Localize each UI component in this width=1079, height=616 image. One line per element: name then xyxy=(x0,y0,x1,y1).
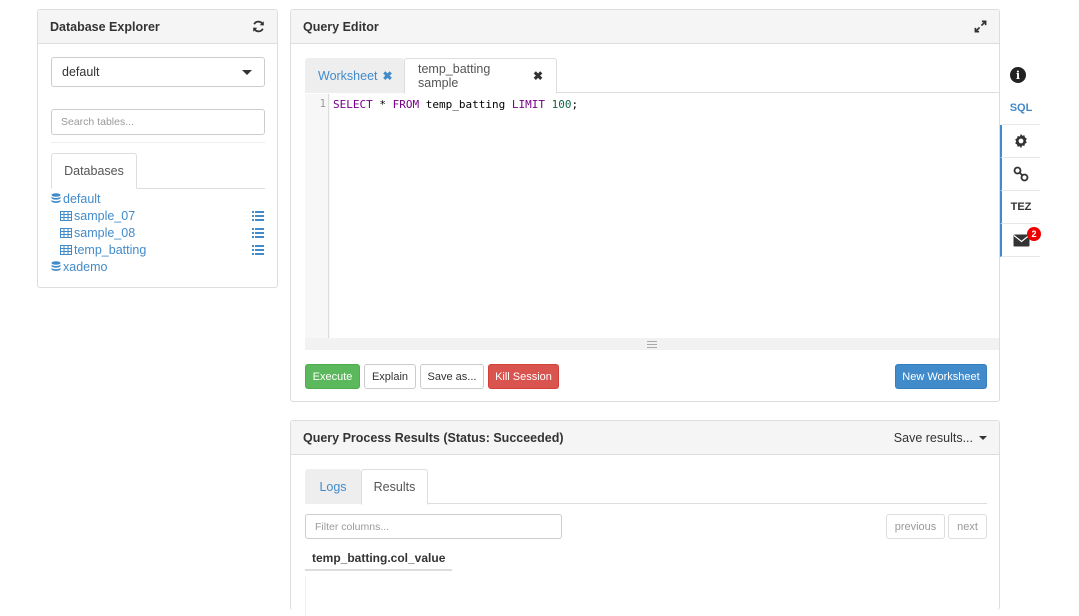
tree-item-database[interactable]: default xyxy=(51,190,268,207)
tab-databases[interactable]: Databases xyxy=(51,153,137,189)
query-editor-title: Query Editor xyxy=(303,19,379,34)
info-icon[interactable]: i xyxy=(1010,67,1026,83)
query-results-title: Query Process Results (Status: Succeeded… xyxy=(303,430,564,445)
list-icon[interactable] xyxy=(252,227,264,241)
tab-label: temp_batting sample xyxy=(418,62,491,90)
tab-logs[interactable]: Logs xyxy=(305,469,361,504)
tree-item-label: xademo xyxy=(63,259,108,274)
worksheet-tabs: Worksheet ✖ temp_batting sample ✖ xyxy=(305,58,999,94)
code-line: SELECT * FROM temp_batting LIMIT 100; xyxy=(333,98,578,111)
query-results-panel: Query Process Results (Status: Succeeded… xyxy=(290,420,1000,616)
save-as-button[interactable]: Save as... xyxy=(420,364,484,389)
code-keyword: LIMIT xyxy=(511,98,545,111)
database-explorer-panel: Database Explorer default Databases defa… xyxy=(37,9,278,288)
tree-item-database[interactable]: xademo xyxy=(51,258,268,275)
new-worksheet-button[interactable]: New Worksheet xyxy=(895,364,987,389)
code-area[interactable]: SELECT * FROM temp_batting LIMIT 100; xyxy=(330,94,999,338)
search-tables-input[interactable] xyxy=(51,109,265,135)
close-icon[interactable]: ✖ xyxy=(383,69,393,83)
query-editor-panel: Query Editor Worksheet ✖ temp_batting sa… xyxy=(290,9,1000,402)
gear-icon xyxy=(1013,133,1029,149)
tab-temp-batting-sample[interactable]: temp_batting sample ✖ xyxy=(404,58,557,94)
database-explorer-heading: Database Explorer xyxy=(38,10,277,44)
database-icon xyxy=(51,261,61,272)
expand-icon[interactable] xyxy=(974,20,987,33)
code-text: * xyxy=(372,98,393,111)
list-icon[interactable] xyxy=(252,210,264,224)
explain-button[interactable]: Explain xyxy=(364,364,416,389)
results-column-header[interactable]: temp_batting.col_value xyxy=(305,547,452,571)
kill-session-button[interactable]: Kill Session xyxy=(488,364,559,389)
nav-sql[interactable]: SQL xyxy=(1000,92,1040,125)
code-text: ; xyxy=(571,98,579,111)
divider xyxy=(51,142,265,143)
nav-tez[interactable]: TEZ xyxy=(1000,191,1040,224)
database-select[interactable]: default xyxy=(51,57,265,87)
tab-worksheet[interactable]: Worksheet ✖ xyxy=(305,58,404,93)
code-keyword: FROM xyxy=(392,98,420,111)
line-number: 1 xyxy=(319,98,326,110)
chevron-down-icon xyxy=(979,435,987,440)
line-gutter: 1 xyxy=(305,94,329,338)
grip-icon xyxy=(647,340,657,348)
tree-item-table[interactable]: temp_batting xyxy=(51,241,268,258)
tree-item-label: sample_08 xyxy=(74,225,136,240)
database-tabs: Databases xyxy=(51,153,265,189)
link-icon xyxy=(1013,166,1029,182)
notification-badge: 2 xyxy=(1027,227,1041,241)
query-results-heading: Query Process Results (Status: Succeeded… xyxy=(291,421,999,455)
sql-editor[interactable]: 1 SELECT * FROM temp_batting LIMIT 100; xyxy=(305,94,999,350)
tree-item-label: default xyxy=(63,191,101,206)
results-table-body xyxy=(305,576,999,616)
chevron-down-icon xyxy=(242,69,252,75)
table-icon xyxy=(60,244,72,255)
refresh-icon[interactable] xyxy=(252,20,265,33)
execute-button[interactable]: Execute xyxy=(305,364,360,389)
save-results-dropdown[interactable]: Save results... xyxy=(894,431,987,445)
tree-item-label: sample_07 xyxy=(74,208,136,223)
code-number: 100 xyxy=(551,98,572,111)
table-icon xyxy=(60,227,72,238)
filter-columns-input[interactable] xyxy=(305,514,562,539)
side-nav: SQL TEZ 2 xyxy=(1000,92,1041,257)
tree-item-table[interactable]: sample_07 xyxy=(51,207,268,224)
database-select-value: default xyxy=(62,65,100,79)
nav-tez-label: TEZ xyxy=(1010,201,1032,213)
tab-label: Worksheet xyxy=(318,68,378,83)
query-editor-heading: Query Editor xyxy=(291,10,999,44)
editor-resize-handle[interactable] xyxy=(305,338,999,350)
database-explorer-title: Database Explorer xyxy=(50,19,160,34)
next-button[interactable]: next xyxy=(948,514,987,539)
table-icon xyxy=(60,210,72,221)
nav-visual-explain[interactable] xyxy=(1000,158,1040,191)
previous-button[interactable]: previous xyxy=(886,514,945,539)
code-keyword: SELECT xyxy=(333,98,373,111)
save-results-label: Save results... xyxy=(893,430,973,445)
list-icon[interactable] xyxy=(252,244,264,258)
results-tabs: Logs Results xyxy=(305,469,987,505)
tree-item-table[interactable]: sample_08 xyxy=(51,224,268,241)
nav-notifications[interactable]: 2 xyxy=(1000,224,1041,257)
close-icon[interactable]: ✖ xyxy=(533,69,543,83)
database-icon xyxy=(51,193,61,204)
tree-item-label: temp_batting xyxy=(74,242,147,257)
nav-settings[interactable] xyxy=(1000,125,1040,158)
code-text: temp_batting xyxy=(419,98,512,111)
database-tree: default sample_07 sample_08 temp_batting… xyxy=(51,190,268,275)
tab-results[interactable]: Results xyxy=(361,469,428,505)
nav-sql-label: SQL xyxy=(1009,102,1033,114)
